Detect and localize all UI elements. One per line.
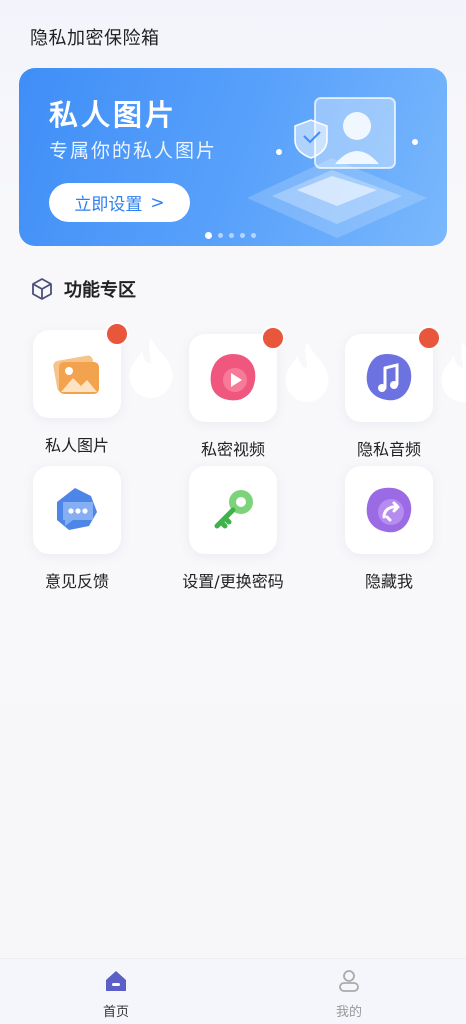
security-illustration-icon <box>247 97 427 238</box>
feature-tile <box>345 326 466 422</box>
feature-hide-me[interactable]: 隐藏我 <box>324 466 454 592</box>
feature-tile <box>345 466 433 554</box>
profile-icon <box>339 970 359 992</box>
hot-badge <box>417 326 466 402</box>
feature-private-images[interactable]: 私人图片 <box>12 322 173 456</box>
feature-label: 意见反馈 <box>44 572 109 591</box>
hide-icon <box>366 487 412 533</box>
nav-mine[interactable]: 我的 <box>309 969 389 1020</box>
cube-icon <box>32 278 52 300</box>
key-icon <box>214 490 253 529</box>
feature-label: 设置/更换密码 <box>182 572 284 591</box>
carousel-indicator <box>205 232 256 239</box>
carousel-dot <box>240 233 245 238</box>
home-screen: 隐私加密保险箱 私人图片 专属你的私人图片 立即设置 > 功能专区 私人图片 私… <box>0 0 466 1024</box>
page-title: 隐私加密保险箱 <box>30 28 160 49</box>
carousel-dot <box>205 232 212 239</box>
section-header: 功能专区 <box>30 276 136 302</box>
set-now-label: 立即设置 <box>74 195 143 215</box>
nav-home[interactable]: 首页 <box>76 969 156 1020</box>
section-title: 功能专区 <box>64 280 136 301</box>
carousel-dot <box>218 233 223 238</box>
music-icon <box>366 354 412 401</box>
hot-badge <box>261 326 329 402</box>
chat-icon <box>57 488 97 530</box>
nav-mine-label: 我的 <box>335 1005 362 1020</box>
feature-change-password[interactable]: 设置/更换密码 <box>168 466 298 592</box>
feature-private-videos[interactable]: 私密视频 <box>168 326 329 460</box>
home-icon <box>106 971 126 991</box>
feature-tile <box>189 466 277 554</box>
flame-icon <box>441 342 466 402</box>
feature-label: 隐私音频 <box>356 440 421 459</box>
hot-badge <box>105 322 173 398</box>
carousel-dot <box>229 233 234 238</box>
feature-feedback[interactable]: 意见反馈 <box>12 466 142 592</box>
promo-banner[interactable]: 私人图片 专属你的私人图片 立即设置 > <box>19 68 447 246</box>
image-icon <box>53 355 99 394</box>
carousel-dot <box>251 233 256 238</box>
chevron-right-icon: > <box>150 192 165 213</box>
nav-home-label: 首页 <box>102 1005 129 1020</box>
bottom-nav: 首页 我的 <box>0 958 466 1024</box>
set-now-button[interactable]: 立即设置 > <box>49 183 190 222</box>
play-icon <box>210 354 256 401</box>
feature-tile <box>33 322 173 418</box>
feature-label: 隐藏我 <box>364 572 413 591</box>
banner-title: 私人图片 <box>49 98 178 132</box>
feature-tile <box>189 326 329 422</box>
feature-private-audio[interactable]: 隐私音频 <box>324 326 466 460</box>
banner-subtitle: 专属你的私人图片 <box>49 140 218 162</box>
feature-label: 私人图片 <box>44 436 109 455</box>
feature-tile <box>33 466 121 554</box>
feature-label: 私密视频 <box>200 440 265 459</box>
